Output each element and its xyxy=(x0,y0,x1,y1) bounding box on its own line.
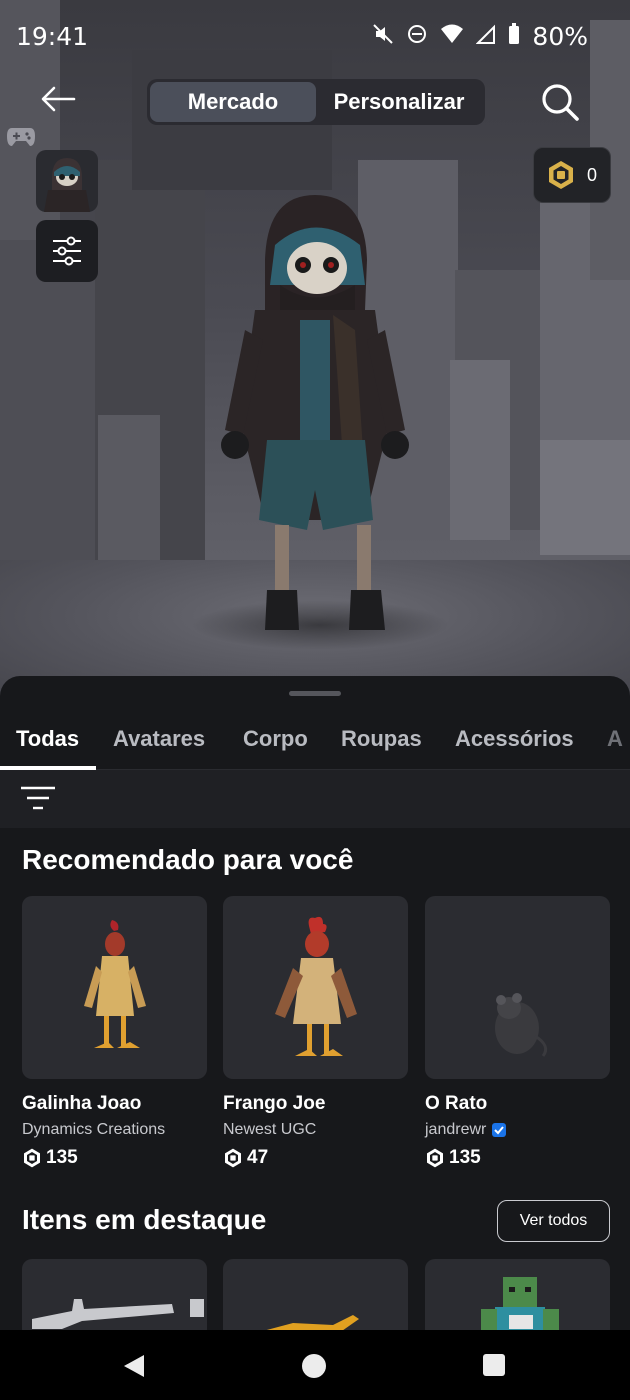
tab-todas[interactable]: Todas xyxy=(16,726,79,752)
robux-icon xyxy=(225,1148,241,1168)
robux-icon xyxy=(548,161,573,189)
item-creator[interactable]: jandrewr xyxy=(425,1121,610,1139)
item-thumbnail xyxy=(425,896,610,1079)
zombie-avatar-image xyxy=(481,1277,559,1330)
avatar-thumbnail-button[interactable] xyxy=(36,150,98,212)
robux-balance-button[interactable]: 0 xyxy=(533,147,611,203)
chicken-avatar-image xyxy=(84,920,146,1048)
featured-item-card[interactable] xyxy=(22,1259,207,1330)
see-all-button[interactable]: Ver todos xyxy=(497,1200,610,1242)
recommended-section-title: Recomendado para você xyxy=(22,844,354,875)
item-creator-name: Newest UGC xyxy=(223,1121,317,1138)
filter-button[interactable] xyxy=(20,784,56,814)
do-not-disturb-icon xyxy=(406,23,428,50)
robux-icon xyxy=(427,1148,443,1168)
wifi-icon xyxy=(440,23,464,50)
arrow-left-icon xyxy=(41,86,76,112)
filter-icon xyxy=(21,786,55,810)
battery-icon xyxy=(508,23,520,50)
featured-section-title: Itens em destaque xyxy=(22,1204,267,1235)
item-name: O Rato xyxy=(425,1093,488,1114)
marketplace-tab-switch: Mercado Personalizar xyxy=(147,79,485,125)
status-bar: 19:41 80% xyxy=(0,0,630,72)
item-name: Galinha Joao xyxy=(22,1093,142,1114)
item-thumbnail xyxy=(223,896,408,1079)
robux-icon xyxy=(24,1148,40,1168)
avatar-thumbnail-image xyxy=(44,158,90,212)
verified-badge-icon xyxy=(492,1123,507,1137)
item-thumbnail xyxy=(22,896,207,1079)
item-price: 135 xyxy=(22,1147,207,1169)
avatar-figure xyxy=(221,195,409,630)
featured-item-card[interactable] xyxy=(223,1259,408,1330)
sliders-icon xyxy=(53,236,81,266)
battery-percentage: 80% xyxy=(532,22,588,51)
rooster-avatar-image xyxy=(275,916,357,1056)
item-creator[interactable]: Newest UGC xyxy=(223,1121,408,1139)
item-price: 47 xyxy=(223,1147,408,1169)
nav-home-icon[interactable] xyxy=(302,1354,326,1378)
tab-acessorios[interactable]: Acessórios xyxy=(455,726,574,752)
featured-item-card[interactable] xyxy=(425,1259,610,1330)
weapon-item-image xyxy=(32,1299,204,1329)
item-card[interactable]: Galinha Joao Dynamics Creations 135 xyxy=(22,896,207,1169)
status-time: 19:41 xyxy=(16,22,89,51)
filter-bar xyxy=(0,770,630,828)
item-name: Frango Joe xyxy=(223,1093,326,1114)
gamepad-icon[interactable] xyxy=(6,124,36,150)
item-creator-name: jandrewr xyxy=(425,1121,487,1138)
search-button[interactable] xyxy=(540,82,580,122)
item-creator[interactable]: Dynamics Creations xyxy=(22,1121,207,1139)
back-button[interactable] xyxy=(40,84,80,120)
catalog-sheet: Todas Avatares Corpo Roupas Acessórios A… xyxy=(0,676,630,1330)
rat-avatar-image xyxy=(495,993,548,1057)
nav-recents-icon[interactable] xyxy=(483,1354,505,1376)
category-tabs: Todas Avatares Corpo Roupas Acessórios A xyxy=(0,712,630,770)
item-card[interactable]: O Rato jandrewr 135 xyxy=(425,896,610,1169)
item-price-value: 135 xyxy=(46,1147,78,1168)
tab-corpo[interactable]: Corpo xyxy=(243,726,308,752)
featured-item-image xyxy=(266,1315,359,1330)
avatar-settings-button[interactable] xyxy=(36,220,98,282)
sheet-drag-handle[interactable] xyxy=(289,691,341,696)
system-navigation-bar xyxy=(0,1330,630,1400)
item-price-value: 47 xyxy=(247,1147,269,1168)
nav-back-icon[interactable] xyxy=(122,1354,146,1378)
tab-more-partial[interactable]: A xyxy=(607,726,623,752)
item-price-value: 135 xyxy=(449,1147,481,1168)
item-card[interactable]: Frango Joe Newest UGC 47 xyxy=(223,896,408,1169)
search-icon xyxy=(542,84,579,121)
robux-balance: 0 xyxy=(586,164,597,185)
tab-personalizar[interactable]: Personalizar xyxy=(316,82,482,122)
cellular-signal-icon xyxy=(476,23,496,50)
mute-vibrate-icon xyxy=(372,23,394,50)
item-price: 135 xyxy=(425,1147,610,1169)
item-creator-name: Dynamics Creations xyxy=(22,1121,166,1138)
tab-avatares[interactable]: Avatares xyxy=(113,726,205,752)
tab-roupas[interactable]: Roupas xyxy=(341,726,422,752)
tab-mercado[interactable]: Mercado xyxy=(150,82,316,122)
